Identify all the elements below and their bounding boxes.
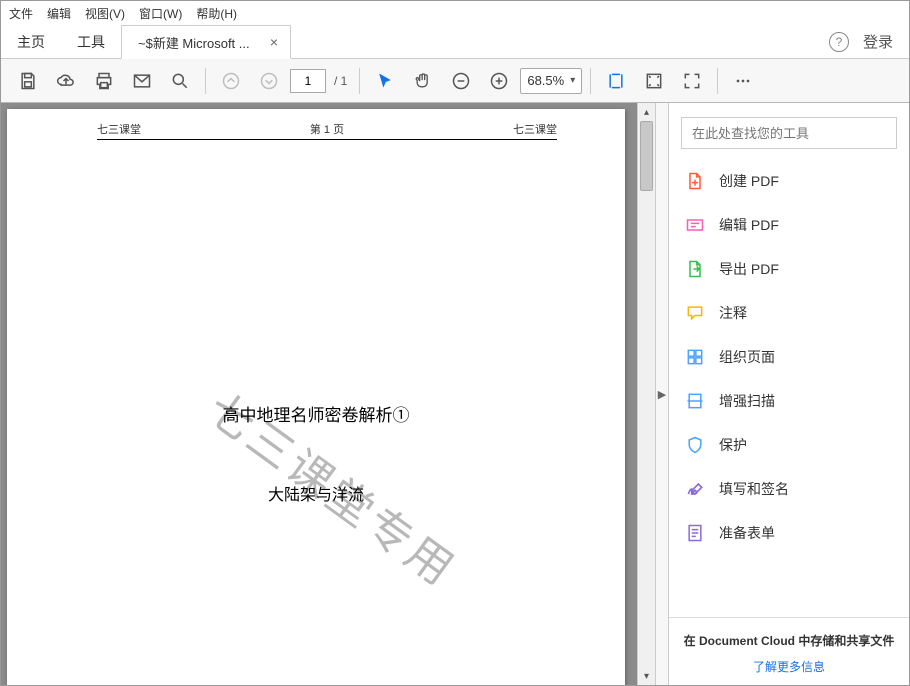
scroll-down-icon[interactable]: ▾ (638, 667, 655, 685)
selection-arrow-icon[interactable] (368, 64, 402, 98)
tool-item-label: 创建 PDF (719, 171, 779, 191)
print-icon[interactable] (87, 64, 121, 98)
tool-item-label: 导出 PDF (719, 259, 779, 279)
menu-bar: 文件 编辑 视图(V) 窗口(W) 帮助(H) (1, 1, 909, 25)
fit-page-icon[interactable] (637, 64, 671, 98)
tab-document-title: ~$新建 Microsoft ... (138, 33, 262, 52)
zoom-value: 68.5% (527, 73, 564, 88)
page-down-icon (252, 64, 286, 98)
tool-item-prepform[interactable]: 准备表单 (669, 511, 909, 555)
tools-sidebar: 创建 PDF编辑 PDF导出 PDF注释组织页面增强扫描保护填写和签名准备表单 … (669, 103, 909, 685)
page-up-icon (214, 64, 248, 98)
prepform-icon (685, 523, 705, 543)
save-icon[interactable] (11, 64, 45, 98)
login-button[interactable]: 登录 (863, 31, 893, 52)
page-header-right: 七三课堂 (513, 121, 557, 137)
separator (205, 68, 206, 94)
tab-home[interactable]: 主页 (1, 25, 61, 58)
menu-help[interactable]: 帮助(H) (196, 5, 237, 22)
doc-title: 高中地理名师密卷解析① (7, 401, 625, 426)
scroll-up-icon[interactable]: ▴ (638, 103, 655, 121)
separator (359, 68, 360, 94)
chevron-down-icon: ▾ (570, 75, 575, 86)
tools-search[interactable] (681, 117, 897, 149)
toolbar: / 1 68.5% ▾ (1, 59, 909, 103)
cloud-title: 在 Document Cloud 中存储和共享文件 (679, 632, 899, 650)
tool-item-export[interactable]: 导出 PDF (669, 247, 909, 291)
comment-icon (685, 303, 705, 323)
tool-list: 创建 PDF 编辑 PDF 导出 PDF 注释组织页面增强扫描保护填写和签名准备表单 (669, 159, 909, 617)
zoom-dropdown[interactable]: 68.5% ▾ (520, 68, 582, 94)
menu-view[interactable]: 视图(V) (85, 5, 125, 22)
tool-item-label: 增强扫描 (719, 391, 775, 411)
tool-item-label: 编辑 PDF (719, 215, 779, 235)
organize-icon (685, 347, 705, 367)
tools-search-input[interactable] (692, 126, 886, 141)
hand-pan-icon[interactable] (406, 64, 440, 98)
tab-tools[interactable]: 工具 (61, 25, 121, 58)
tool-item-label: 填写和签名 (719, 479, 789, 499)
tool-item-comment[interactable]: 注释 (669, 291, 909, 335)
page-total-label: / 1 (330, 74, 351, 88)
tab-document[interactable]: ~$新建 Microsoft ... × (121, 25, 291, 59)
page-number-input[interactable] (290, 69, 326, 93)
tool-item-label: 组织页面 (719, 347, 775, 367)
close-icon[interactable]: × (270, 34, 278, 50)
scroll-thumb[interactable] (640, 121, 653, 191)
zoom-in-icon[interactable] (482, 64, 516, 98)
fullscreen-icon[interactable] (675, 64, 709, 98)
separator (717, 68, 718, 94)
tab-bar: 主页 工具 ~$新建 Microsoft ... × ? 登录 (1, 25, 909, 59)
edit-icon (685, 215, 705, 235)
protect-icon (685, 435, 705, 455)
tool-item-label: 保护 (719, 435, 747, 455)
menu-window[interactable]: 窗口(W) (139, 5, 182, 22)
cloud-upload-icon[interactable] (49, 64, 83, 98)
fillsign-icon (685, 479, 705, 499)
create-icon (685, 171, 705, 191)
page-header-left: 七三课堂 (97, 121, 141, 137)
zoom-out-icon[interactable] (444, 64, 478, 98)
email-icon[interactable] (125, 64, 159, 98)
tool-item-fillsign[interactable]: 填写和签名 (669, 467, 909, 511)
tool-item-edit[interactable]: 编辑 PDF (669, 203, 909, 247)
search-icon[interactable] (163, 64, 197, 98)
vertical-scrollbar[interactable]: ▴ ▾ (637, 103, 655, 685)
tool-item-create[interactable]: 创建 PDF (669, 159, 909, 203)
help-icon[interactable]: ? (829, 32, 849, 52)
document-viewport[interactable]: 七三课堂 第 1 页 七三课堂 高中地理名师密卷解析① 大陆架与洋流 七三课堂专… (1, 103, 637, 685)
content-area: 七三课堂 第 1 页 七三课堂 高中地理名师密卷解析① 大陆架与洋流 七三课堂专… (1, 103, 909, 685)
tool-item-label: 注释 (719, 303, 747, 323)
more-icon[interactable] (726, 64, 760, 98)
tool-item-protect[interactable]: 保护 (669, 423, 909, 467)
cloud-section: 在 Document Cloud 中存储和共享文件 了解更多信息 (669, 617, 909, 685)
tool-item-label: 准备表单 (719, 523, 775, 543)
fit-width-icon[interactable] (599, 64, 633, 98)
tool-item-scan[interactable]: 增强扫描 (669, 379, 909, 423)
doc-subtitle: 大陆架与洋流 (7, 481, 625, 505)
page-header: 七三课堂 第 1 页 七三课堂 (97, 121, 557, 140)
menu-file[interactable]: 文件 (9, 5, 33, 22)
pdf-page: 七三课堂 第 1 页 七三课堂 高中地理名师密卷解析① 大陆架与洋流 七三课堂专… (7, 109, 625, 685)
page-header-center: 第 1 页 (310, 121, 344, 137)
menu-edit[interactable]: 编辑 (47, 5, 71, 22)
tool-item-organize[interactable]: 组织页面 (669, 335, 909, 379)
separator (590, 68, 591, 94)
cloud-learn-more-link[interactable]: 了解更多信息 (679, 658, 899, 675)
sidebar-collapse-handle[interactable]: ▶ (655, 103, 669, 685)
scan-icon (685, 391, 705, 411)
export-icon (685, 259, 705, 279)
